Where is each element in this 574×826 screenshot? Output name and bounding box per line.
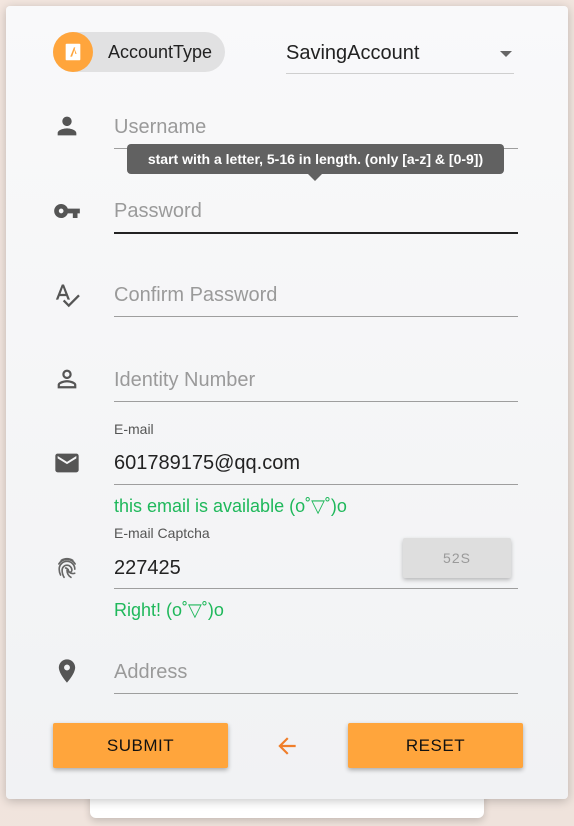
account-type-label: AccountType [108, 42, 213, 62]
account-type-select[interactable]: SavingAccount [286, 36, 514, 74]
password-placeholder: Password [114, 200, 202, 222]
chevron-down-icon[interactable] [500, 51, 512, 57]
identity-number-placeholder: Identity Number [114, 369, 256, 391]
account-type-value: SavingAccount [286, 42, 420, 64]
send-captcha-button[interactable]: 52S [403, 538, 511, 578]
confirm-password-underline [114, 316, 518, 317]
confirm-password-field[interactable]: Confirm Password [114, 274, 518, 320]
confirm-password-placeholder: Confirm Password [114, 284, 278, 306]
email-hint: this email is available (o˚▽˚)o [114, 496, 347, 516]
email-field[interactable]: E-mail 601789175@qq.com [114, 418, 518, 490]
tooltip-text: start with a letter, 5-16 in length. (on… [147, 151, 484, 167]
captcha-hint-row: Right! (o˚▽˚)o [114, 599, 518, 623]
email-hint-row: this email is available (o˚▽˚)o [114, 495, 518, 519]
address-underline [114, 693, 518, 694]
captcha-value: 227425 [114, 557, 181, 579]
location-pin-icon [53, 657, 81, 685]
mail-icon [53, 449, 81, 477]
account-type-icon [53, 32, 93, 72]
captcha-label: E-mail Captcha [114, 525, 210, 541]
email-underline [114, 484, 518, 485]
address-placeholder: Address [114, 661, 188, 683]
password-field[interactable]: Password [114, 190, 518, 236]
email-value: 601789175@qq.com [114, 452, 300, 474]
identity-number-field[interactable]: Identity Number [114, 359, 518, 405]
arrow-back-icon[interactable] [274, 733, 300, 759]
password-underline [114, 232, 518, 234]
captcha-countdown: 52S [443, 550, 471, 566]
submit-button[interactable]: SUBMIT [53, 723, 228, 768]
person-outline-icon [53, 365, 81, 393]
reset-button[interactable]: RESET [348, 723, 523, 768]
captcha-hint: Right! (o˚▽˚)o [114, 600, 224, 620]
person-icon [53, 112, 81, 140]
spellcheck-icon [53, 281, 81, 309]
submit-label: SUBMIT [106, 735, 175, 755]
reset-label: RESET [405, 735, 466, 755]
username-tooltip: start with a letter, 5-16 in length. (on… [127, 144, 504, 181]
captcha-underline [114, 588, 518, 589]
key-icon [53, 197, 81, 225]
email-label: E-mail [114, 421, 154, 437]
registration-card: AccountType SavingAccount Username start… [6, 6, 568, 799]
fingerprint-icon [53, 554, 81, 582]
address-field[interactable]: Address [114, 651, 518, 697]
identity-number-underline [114, 401, 518, 402]
account-type-chip[interactable]: AccountType [53, 32, 225, 72]
username-placeholder: Username [114, 116, 207, 138]
